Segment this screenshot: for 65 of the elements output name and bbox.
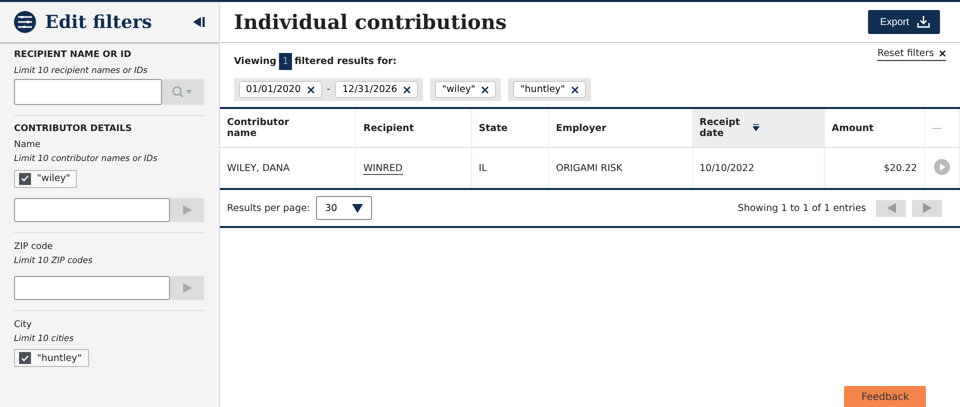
sort-icon xyxy=(753,123,760,133)
table-cell: IL xyxy=(471,148,548,189)
page-size-select[interactable]: 30 xyxy=(316,196,372,220)
reset-filters-link[interactable]: Reset filters xyxy=(877,48,946,61)
play-icon xyxy=(182,282,192,292)
field-label: Name xyxy=(14,140,42,150)
search-button[interactable] xyxy=(162,79,204,105)
table-cell: ORIGAMI RISK xyxy=(548,148,692,189)
section-heading: CONTRIBUTOR DETAILS xyxy=(14,124,133,134)
column-header[interactable]: Amount xyxy=(824,108,924,148)
left-triangle-icon xyxy=(886,203,896,213)
checkbox[interactable] xyxy=(19,172,31,184)
column-header[interactable]: Employer xyxy=(548,108,692,148)
close-icon[interactable] xyxy=(571,86,580,94)
field-label: ZIP code xyxy=(14,242,54,252)
filter-tag[interactable]: 12/31/2026 xyxy=(335,81,418,98)
close-icon[interactable] xyxy=(403,86,412,94)
field-label: City xyxy=(14,320,33,330)
section-heading: RECIPIENT NAME OR ID xyxy=(14,50,132,60)
close-icon xyxy=(939,50,946,57)
filter-tag[interactable]: "wiley" xyxy=(435,81,496,98)
filter-checkbox[interactable]: "wiley" xyxy=(14,170,78,188)
results-label: filtered results for: xyxy=(294,56,396,67)
filter-checkbox[interactable]: "huntley" xyxy=(14,349,89,367)
filter-tag[interactable]: "huntley" xyxy=(513,81,586,98)
table-cell: WILEY, DANA xyxy=(220,148,356,189)
download-icon xyxy=(917,16,930,28)
recipient-link[interactable]: WINRED xyxy=(363,162,403,174)
text-field[interactable] xyxy=(14,198,170,222)
previous-page-button[interactable] xyxy=(876,200,906,216)
page-title: Individual contributions xyxy=(234,10,507,34)
hint-text: Limit 10 cities xyxy=(14,334,75,344)
right-triangle-icon xyxy=(922,203,932,213)
entries-summary: Showing 1 to 1 of 1 entries xyxy=(738,202,866,214)
play-icon xyxy=(182,204,192,214)
next-page-button[interactable] xyxy=(912,200,942,216)
sidebar-title: Edit filters xyxy=(45,12,154,32)
hint-text: Limit 10 contributor names or IDs xyxy=(14,154,158,164)
results-label: Viewing xyxy=(234,56,276,67)
table-cell: 10/10/2022 xyxy=(692,148,824,189)
close-icon[interactable] xyxy=(481,86,490,94)
column-header[interactable]: Contributor name xyxy=(220,108,356,148)
submit-button[interactable] xyxy=(170,198,204,222)
checkbox[interactable] xyxy=(19,352,31,364)
column-header[interactable]: Receipt date xyxy=(692,108,824,148)
feedback-button[interactable]: Feedback xyxy=(844,386,926,407)
play-icon[interactable] xyxy=(934,158,950,174)
range-separator: - xyxy=(326,84,330,95)
caret-icon xyxy=(352,204,364,212)
text-field[interactable] xyxy=(14,276,170,300)
export-button[interactable]: Export xyxy=(868,10,940,34)
search-icon xyxy=(171,86,195,98)
filters-icon[interactable] xyxy=(14,11,36,33)
text-field[interactable] xyxy=(14,79,162,105)
column-header[interactable]: State xyxy=(471,108,548,148)
close-icon[interactable] xyxy=(306,86,315,94)
collapse-icon[interactable] xyxy=(193,17,205,27)
submit-button[interactable] xyxy=(170,276,204,300)
results-per-page-label: Results per page: xyxy=(227,202,310,214)
hint-text: Limit 10 ZIP codes xyxy=(14,256,94,266)
table-cell: $20.22 xyxy=(824,148,924,189)
hint-text: Limit 10 recipient names or IDs xyxy=(14,66,149,76)
column-header[interactable]: Recipient xyxy=(356,108,472,148)
filter-tag[interactable]: 01/01/2020 xyxy=(239,81,322,98)
count-badge: 1 xyxy=(279,53,292,70)
